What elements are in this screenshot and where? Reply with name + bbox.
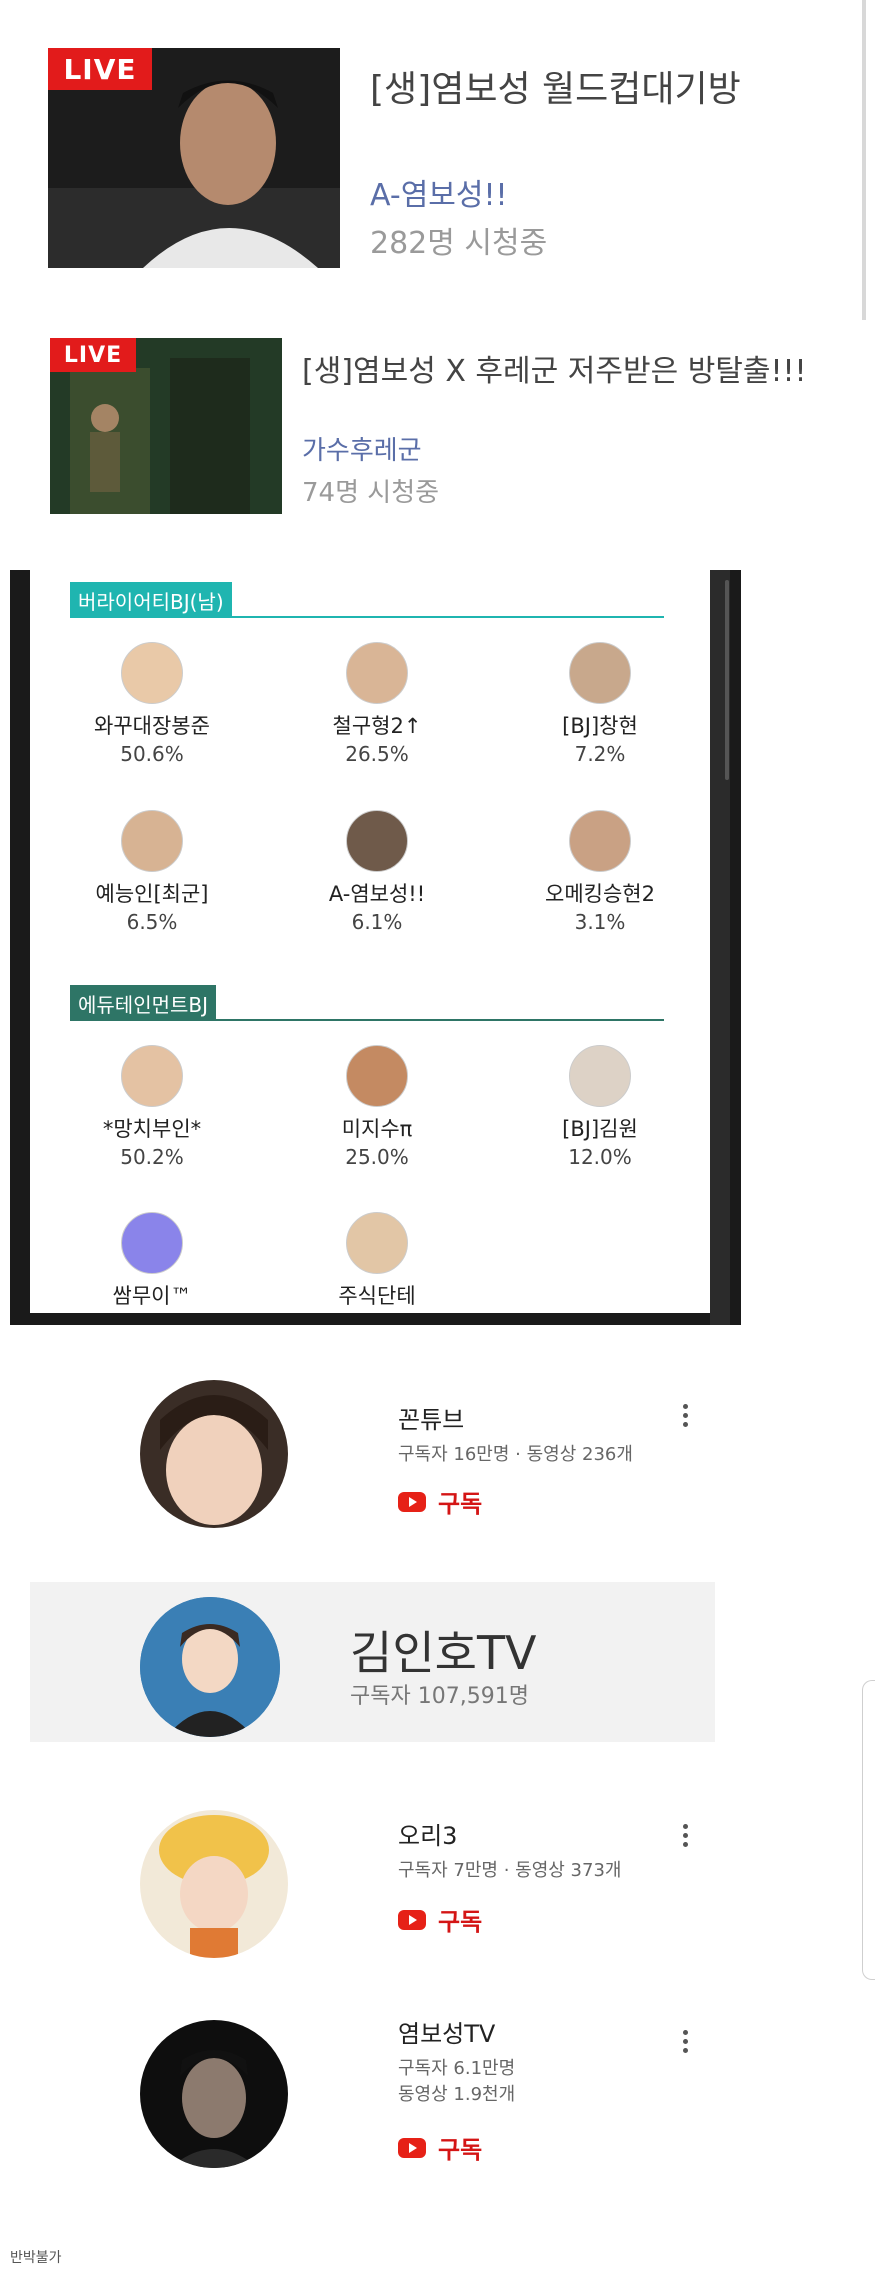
bj-avatar <box>346 642 408 704</box>
live-badge: LIVE <box>48 48 152 90</box>
live-stream-item[interactable]: LIVE [생]염보성 월드컵대기방 A-염보성!! 282명 시청중 <box>0 0 875 300</box>
bj-entry[interactable]: *망치부인* 50.2% <box>52 1045 252 1169</box>
caption-text: 반박불가 <box>10 2250 62 2266</box>
bj-avatar <box>121 1212 183 1274</box>
edge-panel-handle[interactable] <box>862 1680 875 1980</box>
channel-row[interactable]: 오리3 구독자 7만명 · 동영상 373개 구독 <box>0 1790 860 1990</box>
channel-name[interactable]: 염보성TV <box>398 2014 495 2049</box>
channel-stats: 구독자 6.1만명 <box>398 2058 516 2079</box>
more-options-icon[interactable] <box>682 1404 688 1431</box>
live-bj-name[interactable]: 가수후레군 <box>302 430 422 467</box>
channel-stats: 구독자 16만명 · 동영상 236개 <box>398 1444 633 1465</box>
channel-avatar[interactable] <box>140 1597 280 1737</box>
channel-row[interactable]: 염보성TV 구독자 6.1만명 동영상 1.9천개 구독 <box>0 2000 860 2210</box>
live-thumbnail[interactable]: LIVE <box>50 338 282 514</box>
bj-entry[interactable]: [BJ]김원 12.0% <box>500 1045 700 1169</box>
channel-avatar[interactable] <box>140 2020 288 2168</box>
bj-vote-percent: 26.5% <box>345 742 409 766</box>
category-divider <box>70 1019 664 1021</box>
featured-channel-subscribers: 구독자 107,591명 <box>350 1684 529 1709</box>
bj-avatar <box>569 642 631 704</box>
bj-entry[interactable]: 쌈무이™ <box>52 1212 252 1310</box>
bj-name: 철구형2↑ <box>332 714 422 738</box>
more-options-icon[interactable] <box>682 2030 688 2057</box>
bj-avatar <box>569 810 631 872</box>
category-divider <box>70 616 664 618</box>
channel-avatar-image <box>140 1380 288 1528</box>
live-stream-item[interactable]: LIVE [생]염보성 X 후레군 저주받은 방탈출!!! 가수후레군 74명 … <box>0 320 875 520</box>
bj-name: 오메킹승현2 <box>545 882 655 906</box>
bj-name: [BJ]창현 <box>562 714 638 738</box>
category-header[interactable]: 버라이어티BJ(남) <box>70 582 232 618</box>
bj-avatar <box>346 810 408 872</box>
bj-vote-percent: 6.1% <box>351 910 403 934</box>
bj-avatar <box>346 1212 408 1274</box>
live-title[interactable]: [생]염보성 X 후레군 저주받은 방탈출!!! <box>302 346 807 390</box>
bj-vote-percent: 12.0% <box>568 1145 632 1169</box>
bj-avatar <box>121 642 183 704</box>
youtube-logo-icon <box>398 1491 426 1512</box>
bj-rank-panel: 버라이어티BJ(남) 와꾸대장봉준 50.6% 철구형2↑ 26.5% [BJ]… <box>10 570 741 1325</box>
bj-name: 와꾸대장봉준 <box>94 714 210 738</box>
live-thumbnail[interactable]: LIVE <box>48 48 340 268</box>
live-bj-name[interactable]: A-염보성!! <box>370 170 508 214</box>
youtube-logo-icon <box>398 2137 426 2158</box>
bj-name: 미지수π <box>341 1117 413 1141</box>
subscribe-label: 구독 <box>438 2136 483 2164</box>
bj-name: 쌈무이™ <box>112 1284 192 1308</box>
bj-entry[interactable]: 주식단테 <box>277 1212 477 1310</box>
channel-avatar-image <box>140 2020 288 2168</box>
bj-entry[interactable]: 미지수π 25.0% <box>277 1045 477 1169</box>
bj-entry[interactable]: 예능인[최군] 6.5% <box>52 810 252 934</box>
bj-vote-percent: 3.1% <box>574 910 626 934</box>
channel-avatar-image <box>140 1810 288 1958</box>
category-header[interactable]: 에듀테인먼트BJ <box>70 985 217 1021</box>
live-title[interactable]: [생]염보성 월드컵대기방 <box>370 60 741 112</box>
bj-entry[interactable]: A-염보성!! 6.1% <box>277 810 477 934</box>
channel-avatar[interactable] <box>140 1380 288 1528</box>
more-options-icon[interactable] <box>682 1824 688 1851</box>
channel-name[interactable]: 오리3 <box>398 1816 457 1851</box>
subscribe-button[interactable]: 구독 <box>398 1902 482 1937</box>
live-viewer-count: 74명 시청중 <box>302 478 440 508</box>
bj-avatar <box>346 1045 408 1107</box>
channel-video-count: 동영상 1.9천개 <box>398 2084 516 2105</box>
youtube-logo-icon <box>398 1909 426 1930</box>
bj-avatar <box>121 810 183 872</box>
bj-entry[interactable]: 와꾸대장봉준 50.6% <box>52 642 252 766</box>
bj-avatar <box>121 1045 183 1107</box>
bj-entry[interactable]: 철구형2↑ 26.5% <box>277 642 477 766</box>
bj-name: 예능인[최군] <box>95 882 209 906</box>
live-viewer-count: 282명 시청중 <box>370 226 548 261</box>
bj-name: [BJ]김원 <box>562 1117 638 1141</box>
subscribe-button[interactable]: 구독 <box>398 2130 482 2165</box>
bj-vote-percent: 6.5% <box>126 910 178 934</box>
channel-name[interactable]: 꼰튜브 <box>398 1400 464 1435</box>
bj-entry[interactable]: [BJ]창현 7.2% <box>500 642 700 766</box>
bj-entry[interactable]: 오메킹승현2 3.1% <box>500 810 700 934</box>
live-badge: LIVE <box>50 338 136 372</box>
scrollbar-track[interactable] <box>862 0 866 320</box>
rank-scroll-thumb[interactable] <box>725 580 729 780</box>
subscribe-button[interactable]: 구독 <box>398 1484 482 1519</box>
subscribe-label: 구독 <box>438 1908 483 1936</box>
channel-avatar-image <box>140 1597 280 1737</box>
bj-name: *망치부인* <box>102 1117 202 1141</box>
bj-name: A-염보성!! <box>328 882 426 906</box>
subscribe-label: 구독 <box>438 1490 483 1518</box>
bj-vote-percent: 50.6% <box>120 742 184 766</box>
channel-row[interactable]: 꼰튜브 구독자 16만명 · 동영상 236개 구독 <box>0 1360 875 1560</box>
channel-avatar[interactable] <box>140 1810 288 1958</box>
channel-stats: 구독자 7만명 · 동영상 373개 <box>398 1860 622 1881</box>
featured-channel-name[interactable]: 김인호TV <box>350 1617 537 1683</box>
bj-name: 주식단테 <box>338 1284 416 1308</box>
bj-vote-percent: 25.0% <box>345 1145 409 1169</box>
bj-vote-percent: 7.2% <box>574 742 626 766</box>
bj-vote-percent: 50.2% <box>120 1145 184 1169</box>
bj-avatar <box>569 1045 631 1107</box>
